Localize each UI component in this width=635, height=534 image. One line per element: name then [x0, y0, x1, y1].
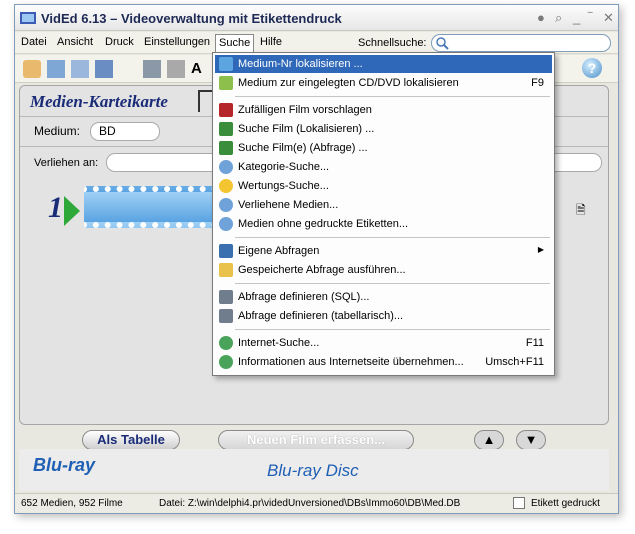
menu-ansicht[interactable]: Ansicht [57, 36, 93, 48]
dice-icon [219, 103, 233, 117]
menu-separator [235, 237, 550, 238]
record-number: 1 [48, 191, 63, 224]
sql-doc-icon [219, 290, 233, 304]
menu-druck[interactable]: Druck [105, 36, 134, 48]
menu-bar: Datei Ansicht Druck Einstellungen Suche … [15, 32, 618, 54]
menu-datei[interactable]: Datei [21, 36, 47, 48]
window-view-icon[interactable] [95, 60, 113, 78]
media-type-panel: Blu-ray Blu-ray Disc [19, 449, 609, 491]
query-icon [219, 244, 233, 258]
lent-label: Verliehen an: [34, 157, 99, 169]
magnifier-icon [219, 217, 233, 231]
quicksearch-label: Schnellsuche: [358, 37, 427, 49]
minimize-button[interactable]: _ [573, 10, 580, 25]
label-printed-label: Etikett gedruckt [531, 498, 600, 509]
film-search-icon [219, 122, 233, 136]
user-icon[interactable] [23, 60, 41, 78]
menu-item-lent-media[interactable]: Verliehene Medien... [215, 196, 552, 214]
globe-icon [219, 336, 233, 350]
help-icon[interactable]: ? [582, 58, 602, 78]
close-button[interactable]: ✕ [603, 10, 614, 26]
search-menu-dropdown: Medium-Nr lokalisieren ... Medium zur ei… [212, 52, 555, 376]
up-button[interactable]: ▲ [474, 430, 504, 450]
table-view-icon[interactable] [71, 60, 89, 78]
card-title: Medien-Karteikarte [30, 92, 168, 111]
menu-item-search-films-query[interactable]: Suche Film(e) (Abfrage) ... [215, 139, 552, 157]
medium-field[interactable]: BD [90, 122, 160, 141]
document-icon[interactable]: 🗎 [576, 201, 586, 222]
tab-indicator [198, 90, 212, 112]
film-query-icon [219, 141, 233, 155]
menu-item-unprinted-labels[interactable]: Medien ohne gedruckte Etiketten... [215, 215, 552, 233]
status-file: Datei: Z:\win\delphi4.pr\videdUnversione… [159, 498, 461, 509]
menu-item-internet-search[interactable]: Internet-Suche... F11 [215, 334, 552, 352]
card-view-icon[interactable] [47, 60, 65, 78]
menu-item-category-search[interactable]: Kategorie-Suche... [215, 158, 552, 176]
menu-hilfe[interactable]: Hilfe [260, 36, 282, 48]
magnifier-icon [219, 198, 233, 212]
menu-item-own-queries[interactable]: Eigene Abfragen ▶ [215, 242, 552, 260]
disc-icon [219, 76, 233, 90]
menu-separator [235, 283, 550, 284]
search-icon[interactable]: ⌕ [555, 10, 562, 26]
menu-separator [235, 96, 550, 97]
menu-item-search-film-locate[interactable]: Suche Film (Lokalisieren) ... [215, 120, 552, 138]
bluray-logo: Blu-ray [33, 455, 96, 475]
menu-item-define-query-table[interactable]: Abfrage definieren (tabellarisch)... [215, 307, 552, 325]
maximize-button[interactable]: ‾ [588, 10, 592, 25]
new-film-button[interactable]: Neuen Film erfassen... [218, 430, 414, 450]
menu-einstellungen[interactable]: Einstellungen [144, 36, 210, 48]
lock-icon[interactable]: ● [537, 10, 545, 25]
menu-separator [235, 329, 550, 330]
app-icon [20, 12, 36, 24]
table-doc-icon [219, 309, 233, 323]
window-title: VidEd 6.13 – Videoverwaltung mit Etikett… [41, 11, 342, 26]
computer-icon[interactable] [143, 60, 161, 78]
printer-icon[interactable] [167, 60, 185, 78]
menu-item-random-film[interactable]: Zufälligen Film vorschlagen [215, 101, 552, 119]
submenu-arrow-icon: ▶ [537, 245, 544, 254]
down-button[interactable]: ▼ [516, 430, 546, 450]
menu-item-define-query-sql[interactable]: Abfrage definieren (SQL)... [215, 288, 552, 306]
star-icon [219, 179, 233, 193]
as-table-button[interactable]: Als Tabelle [82, 430, 180, 450]
menu-item-locate-disc[interactable]: Medium zur eingelegten CD/DVD lokalisier… [215, 74, 552, 92]
menu-item-locate-medium[interactable]: Medium-Nr lokalisieren ... [215, 55, 552, 73]
menu-item-import-website-info[interactable]: Informationen aus Internetseite übernehm… [215, 353, 552, 371]
status-bar: 652 Medien, 952 Filme Datei: Z:\win\delp… [15, 493, 618, 513]
title-bar: VidEd 6.13 – Videoverwaltung mit Etikett… [15, 5, 618, 31]
label-printed-checkbox[interactable] [513, 497, 525, 509]
locate-icon [219, 57, 233, 71]
magnifier-icon [436, 37, 449, 50]
quicksearch-input[interactable] [431, 34, 611, 52]
medium-label: Medium: [34, 124, 81, 138]
play-arrow-icon[interactable] [64, 196, 80, 226]
menu-suche[interactable]: Suche [215, 34, 255, 54]
globe-icon [219, 355, 233, 369]
media-type-label: Blu-ray Disc [267, 461, 359, 480]
magnifier-icon [219, 160, 233, 174]
menu-item-rating-search[interactable]: Wertungs-Suche... [215, 177, 552, 195]
font-icon[interactable]: A [191, 60, 209, 78]
status-counts: 652 Medien, 952 Filme [21, 498, 123, 509]
folder-icon [219, 263, 233, 277]
menu-item-run-saved-query[interactable]: Gespeicherte Abfrage ausführen... [215, 261, 552, 279]
